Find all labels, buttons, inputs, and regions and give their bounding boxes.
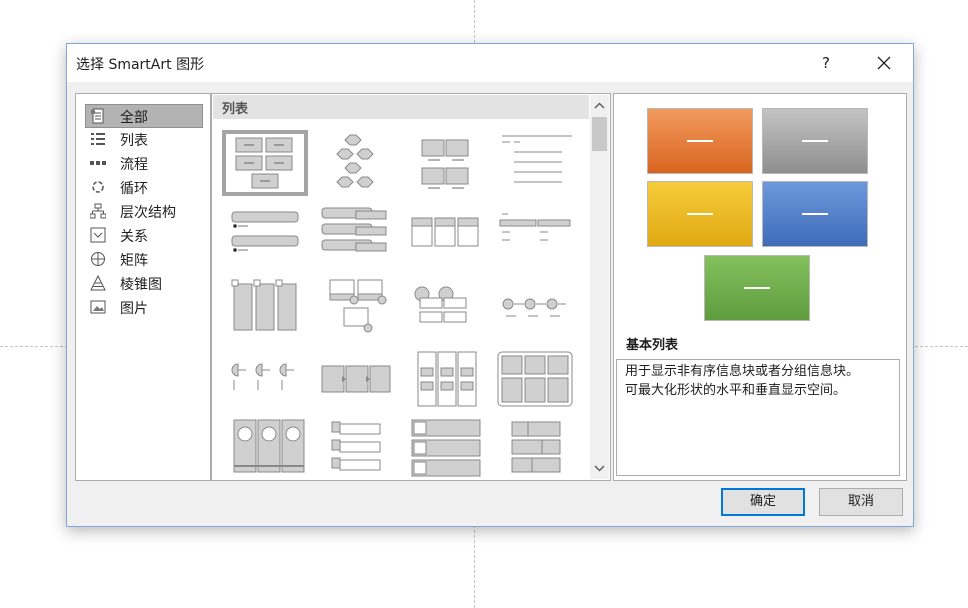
- layout-squares-list[interactable]: [492, 346, 578, 412]
- category-list: 全部 列表 流程 循环 层次结构 关系 矩阵 棱锥图 图片: [75, 93, 211, 481]
- hierarchy-icon: [90, 203, 106, 219]
- chevron-up-icon: [594, 102, 605, 109]
- layout-table-list[interactable]: [492, 202, 578, 268]
- category-list-item[interactable]: 列表: [86, 128, 202, 150]
- preview-shape-green: [704, 255, 810, 321]
- chevron-down-icon: [594, 465, 605, 472]
- layout-horizontal-bullet-list[interactable]: [402, 202, 488, 268]
- layout-circle-arrow-list[interactable]: [222, 416, 308, 480]
- preview-shape-blue: [762, 181, 868, 247]
- category-matrix[interactable]: 矩阵: [86, 248, 202, 270]
- layout-hexagon-list[interactable]: [312, 130, 398, 196]
- category-process[interactable]: 流程: [86, 152, 202, 174]
- layout-half-circle-list[interactable]: [222, 346, 308, 412]
- layout-description: 用于显示非有序信息块或者分组信息块。 可最大化形状的水平和垂直显示空间。: [616, 359, 900, 476]
- cancel-button[interactable]: 取消: [819, 488, 903, 516]
- scroll-up-button[interactable]: [590, 97, 609, 115]
- preview-shape-gray: [762, 108, 868, 174]
- gallery-scrollbar[interactable]: [590, 95, 609, 479]
- scroll-thumb[interactable]: [592, 117, 607, 151]
- preview-shape-orange: [647, 108, 753, 174]
- category-relationship[interactable]: 关系: [86, 224, 202, 246]
- title-bar: 选择 SmartArt 图形 ?: [67, 44, 913, 82]
- help-button[interactable]: ?: [809, 48, 843, 78]
- layout-name: 基本列表: [626, 338, 679, 353]
- layout-vertical-bullet-list[interactable]: [222, 202, 308, 268]
- ok-button[interactable]: 确定: [721, 488, 805, 516]
- category-all[interactable]: 全部: [85, 104, 203, 128]
- cycle-icon: [92, 181, 104, 193]
- relationship-icon: [90, 227, 106, 243]
- matrix-icon: [91, 252, 105, 266]
- category-picture[interactable]: 图片: [86, 296, 202, 318]
- picture-icon: [90, 300, 106, 314]
- layout-gallery: 列表: [211, 93, 611, 481]
- layout-picture-caption-list[interactable]: [312, 274, 398, 340]
- preview-panel: 基本列表 用于显示非有序信息块或者分组信息块。 可最大化形状的水平和垂直显示空间…: [613, 93, 907, 481]
- layout-stacked-list[interactable]: [312, 202, 398, 268]
- layout-vertical-box-list[interactable]: [222, 274, 308, 340]
- layout-basic-list[interactable]: [222, 130, 308, 196]
- close-button[interactable]: [867, 48, 901, 78]
- category-hierarchy[interactable]: 层次结构: [86, 200, 202, 222]
- scroll-down-button[interactable]: [590, 459, 609, 477]
- category-cycle[interactable]: 循环: [86, 176, 202, 198]
- layout-tab-list[interactable]: [312, 416, 398, 480]
- layout-bending-list[interactable]: [402, 274, 488, 340]
- list-icon: [91, 133, 105, 145]
- preview-shape-gold: [647, 181, 753, 247]
- layout-picture-list[interactable]: [402, 416, 488, 480]
- all-icon: [91, 108, 104, 124]
- layout-chevron-list[interactable]: [312, 346, 398, 412]
- category-pyramid[interactable]: 棱锥图: [86, 272, 202, 294]
- layout-block-list[interactable]: [492, 416, 578, 480]
- layout-trapezoid-list[interactable]: [492, 274, 578, 340]
- close-icon: [877, 56, 891, 70]
- layout-grouped-list[interactable]: [402, 130, 488, 196]
- gallery-section-header: 列表: [213, 95, 589, 119]
- layout-pillars-list[interactable]: [402, 346, 488, 412]
- dialog-title: 选择 SmartArt 图形: [76, 57, 205, 73]
- layout-lined-list[interactable]: [492, 130, 578, 196]
- smartart-dialog: 选择 SmartArt 图形 ? 全部 列表 流程 循环 层次结构 关系 矩阵 …: [66, 43, 914, 527]
- pyramid-icon: [90, 275, 106, 291]
- process-icon: [90, 161, 106, 165]
